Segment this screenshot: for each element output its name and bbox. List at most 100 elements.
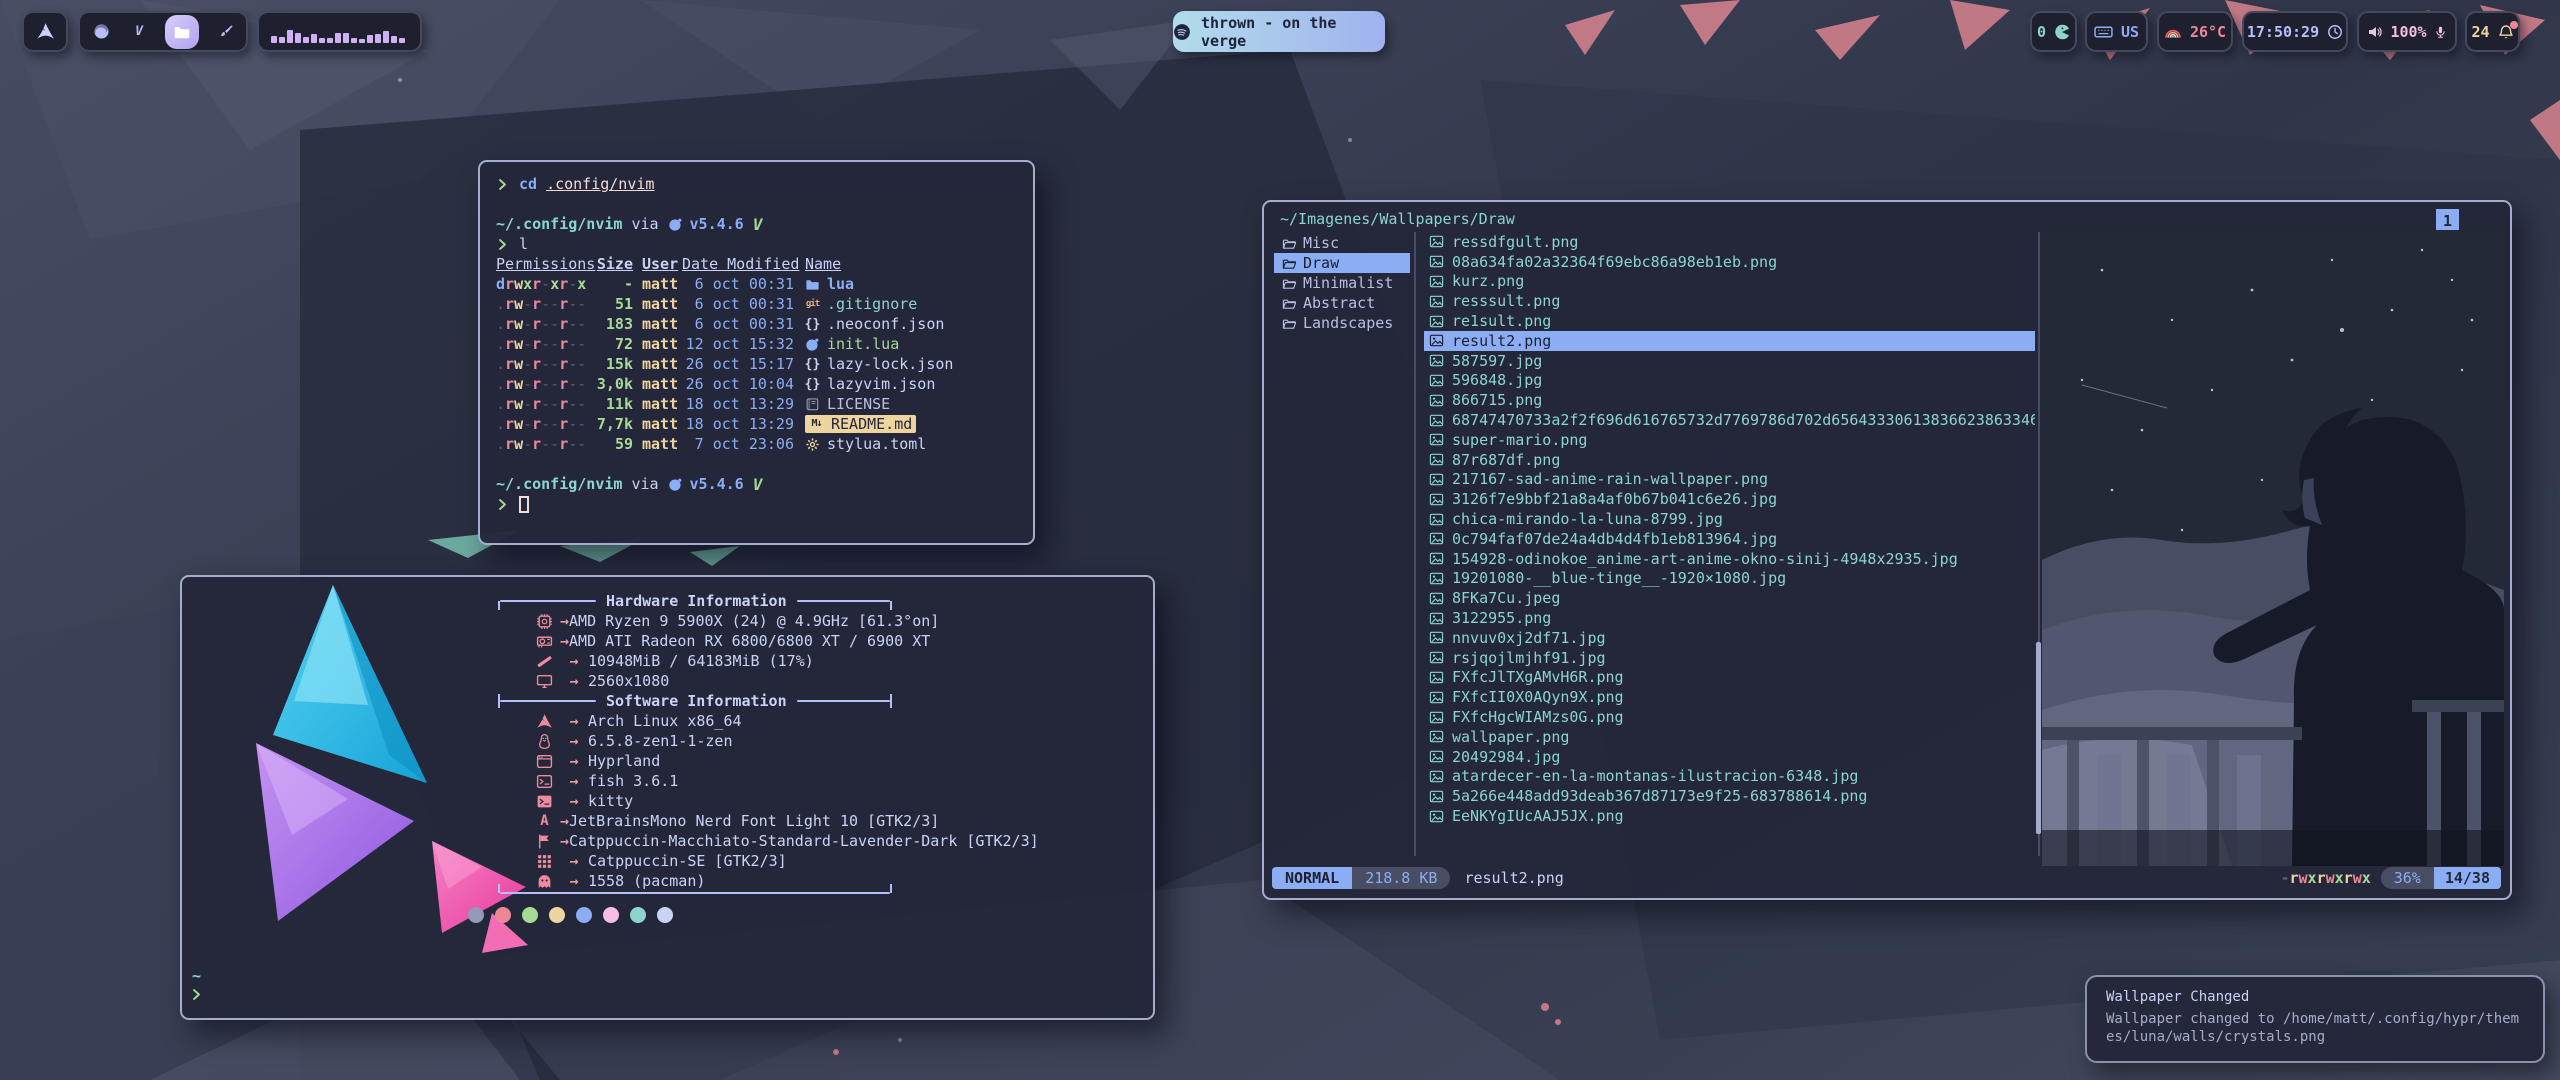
image-icon — [1429, 769, 1444, 784]
file-item[interactable]: 20492984.jpg — [1424, 747, 2035, 767]
visualizer-bar — [367, 35, 373, 43]
file-item[interactable]: 3122955.png — [1424, 608, 2035, 628]
fetch-info-line: A→JetBrainsMono Nerd Font Light 10 [GTK2… — [498, 811, 892, 831]
file-item[interactable]: FXfcII0X0AQyn9X.png — [1424, 687, 2035, 707]
temperature-label: 26°C — [2190, 23, 2226, 41]
prompt-chevron-icon — [496, 238, 509, 251]
file-list-scrollbar[interactable] — [2036, 642, 2041, 834]
file-item[interactable]: 866715.png — [1424, 390, 2035, 410]
sidebar-folder-draw[interactable]: Draw — [1274, 253, 1410, 273]
terminal-file-row: .rw-r--r--7,7kmatt18 oct 13:29M↓README.m… — [496, 414, 1017, 434]
vim-icon: V — [131, 23, 148, 40]
file-item[interactable]: 3126f7e9bbf21a8a4af0b67b041c6e26.jpg — [1424, 489, 2035, 509]
terminal-file-row: .rw-r--r--15kmatt26 oct 15:17{}lazy-lock… — [496, 354, 1017, 374]
file-item[interactable]: 596848.jpg — [1424, 371, 2035, 391]
file-item[interactable]: super-mario.png — [1424, 430, 2035, 450]
file-item[interactable]: 587597.jpg — [1424, 351, 2035, 371]
folder-icon — [805, 277, 820, 292]
system-fetch-window[interactable]: Hardware Information →AMD Ryzen 9 5900X … — [180, 575, 1155, 1020]
file-item[interactable]: atardecer-en-la-montanas-ilustracion-634… — [1424, 767, 2035, 787]
file-item[interactable]: FXfcHgcWIAMzs0G.png — [1424, 707, 2035, 727]
folder-open-icon — [1282, 316, 1297, 331]
sidebar-folder-misc[interactable]: Misc — [1274, 233, 1410, 253]
app-launcher-button[interactable] — [22, 11, 68, 52]
palette-dot — [522, 907, 538, 923]
image-icon — [1429, 749, 1444, 764]
parent-directory-panel: MiscDrawMinimalistAbstractLandscapes — [1274, 233, 1410, 333]
workspace-2[interactable]: V — [127, 20, 151, 44]
file-item[interactable]: resssult.png — [1424, 291, 2035, 311]
terminal-active-prompt[interactable] — [496, 494, 1017, 514]
workspaces-bar[interactable]: V — [78, 11, 248, 52]
file-item[interactable]: 154928-odinokoe_anime-art-anime-okno-sin… — [1424, 549, 2035, 569]
workspace-3[interactable] — [165, 15, 199, 49]
image-icon — [1429, 531, 1444, 546]
palette-dot — [630, 907, 646, 923]
file-item[interactable]: rsjqojlmjhf91.jpg — [1424, 648, 2035, 668]
fetch-prompt[interactable] — [190, 987, 203, 1005]
prompt-context-line: ~/.config/nvim via v5.4.6 V — [496, 214, 1017, 234]
terminal-command-line: cd .config/nvim — [496, 174, 1017, 194]
time-label: 17:50:29 — [2247, 23, 2319, 41]
sidebar-folder-minimalist[interactable]: Minimalist — [1274, 273, 1410, 293]
file-item[interactable]: chica-mirando-la-luna-8799.jpg — [1424, 509, 2035, 529]
braces-icon: {} — [805, 317, 820, 332]
prompt-context-line: ~/.config/nvim via v5.4.6 V — [496, 474, 1017, 494]
visualizer-bar — [279, 37, 285, 43]
file-item[interactable]: ressdfgult.png — [1424, 232, 2035, 252]
file-item[interactable]: 68747470733a2f2f696d616765732d7769786d70… — [1424, 410, 2035, 430]
visualizer-bar — [383, 31, 389, 43]
audio-module[interactable]: 100% — [2357, 11, 2457, 52]
image-icon — [1429, 551, 1444, 566]
workspace-1[interactable] — [89, 20, 113, 44]
file-item[interactable]: kurz.png — [1424, 272, 2035, 292]
fetch-info-line: →2560x1080 — [498, 671, 892, 691]
updates-module[interactable]: 0 — [2030, 11, 2077, 52]
notifications-module[interactable]: 24 — [2465, 11, 2520, 52]
file-item[interactable]: nnvuv0xj2df71.jpg — [1424, 628, 2035, 648]
list-position-badge: 14/38 — [2434, 867, 2501, 889]
file-item[interactable]: 0c794faf07de24a4db4d4fb1eb813964.jpg — [1424, 529, 2035, 549]
spotify-now-playing[interactable]: thrown - on the verge — [1173, 11, 1385, 52]
file-item[interactable]: 5a266e448add93deab367d87173e9f25-6837886… — [1424, 786, 2035, 806]
image-icon — [1429, 353, 1444, 368]
keyboard-layout-label: US — [2121, 23, 2139, 41]
prompt-chevron-icon — [496, 498, 509, 511]
file-item[interactable]: 08a634fa02a32364f69ebc86a98eb1eb.png — [1424, 252, 2035, 272]
image-icon — [1429, 611, 1444, 626]
audio-visualizer[interactable] — [257, 11, 422, 52]
file-item[interactable]: re1sult.png — [1424, 311, 2035, 331]
packages-icon — [536, 873, 553, 890]
sidebar-folder-landscapes[interactable]: Landscapes — [1274, 313, 1410, 333]
status-bar: NORMAL 218.8 KB result2.png -rwxrwxrwx 3… — [1272, 866, 2501, 890]
workspace-4[interactable] — [213, 20, 237, 44]
weather-module[interactable]: 26°C — [2157, 11, 2233, 52]
terminal-window[interactable]: cd .config/nvim ~/.config/nvim via v5.4.… — [478, 160, 1035, 545]
file-item[interactable]: 19201080-__blue-tinge__-1920×1080.jpg — [1424, 569, 2035, 589]
spotify-icon — [1173, 23, 1191, 41]
nvim-icon: V — [753, 215, 763, 234]
folder-open-icon — [1282, 296, 1297, 311]
file-item[interactable]: 87r687df.png — [1424, 450, 2035, 470]
lua-icon — [668, 217, 683, 232]
clock-module[interactable]: 17:50:29 — [2242, 11, 2348, 52]
keyboard-layout-module[interactable]: US — [2085, 11, 2148, 52]
visualizer-bar — [287, 30, 293, 43]
image-icon — [1429, 373, 1444, 388]
file-item[interactable]: result2.png — [1424, 331, 2035, 351]
notification-count: 24 — [2471, 23, 2489, 41]
clock-icon — [2327, 24, 2343, 40]
sidebar-folder-abstract[interactable]: Abstract — [1274, 293, 1410, 313]
hardware-section-header: Hardware Information — [498, 591, 892, 611]
notification-popup[interactable]: Wallpaper Changed Wallpaper changed to /… — [2085, 975, 2545, 1063]
nvim-icon: V — [753, 475, 763, 494]
tux-icon — [536, 733, 553, 750]
file-item[interactable]: 8FKa7Cu.jpeg — [1424, 588, 2035, 608]
file-item[interactable]: 217167-sad-anime-rain-wallpaper.png — [1424, 470, 2035, 490]
file-manager-window[interactable]: ~/Imagenes/Wallpapers/Draw 1 MiscDrawMin… — [1262, 200, 2512, 900]
file-item[interactable]: wallpaper.png — [1424, 727, 2035, 747]
rainbow-icon — [2164, 23, 2182, 41]
file-item[interactable]: FXfcJlTXgAMvH6R.png — [1424, 668, 2035, 688]
file-item[interactable]: EeNKYgIUcAAJ5JX.png — [1424, 806, 2035, 826]
speaker-icon — [2367, 24, 2383, 40]
